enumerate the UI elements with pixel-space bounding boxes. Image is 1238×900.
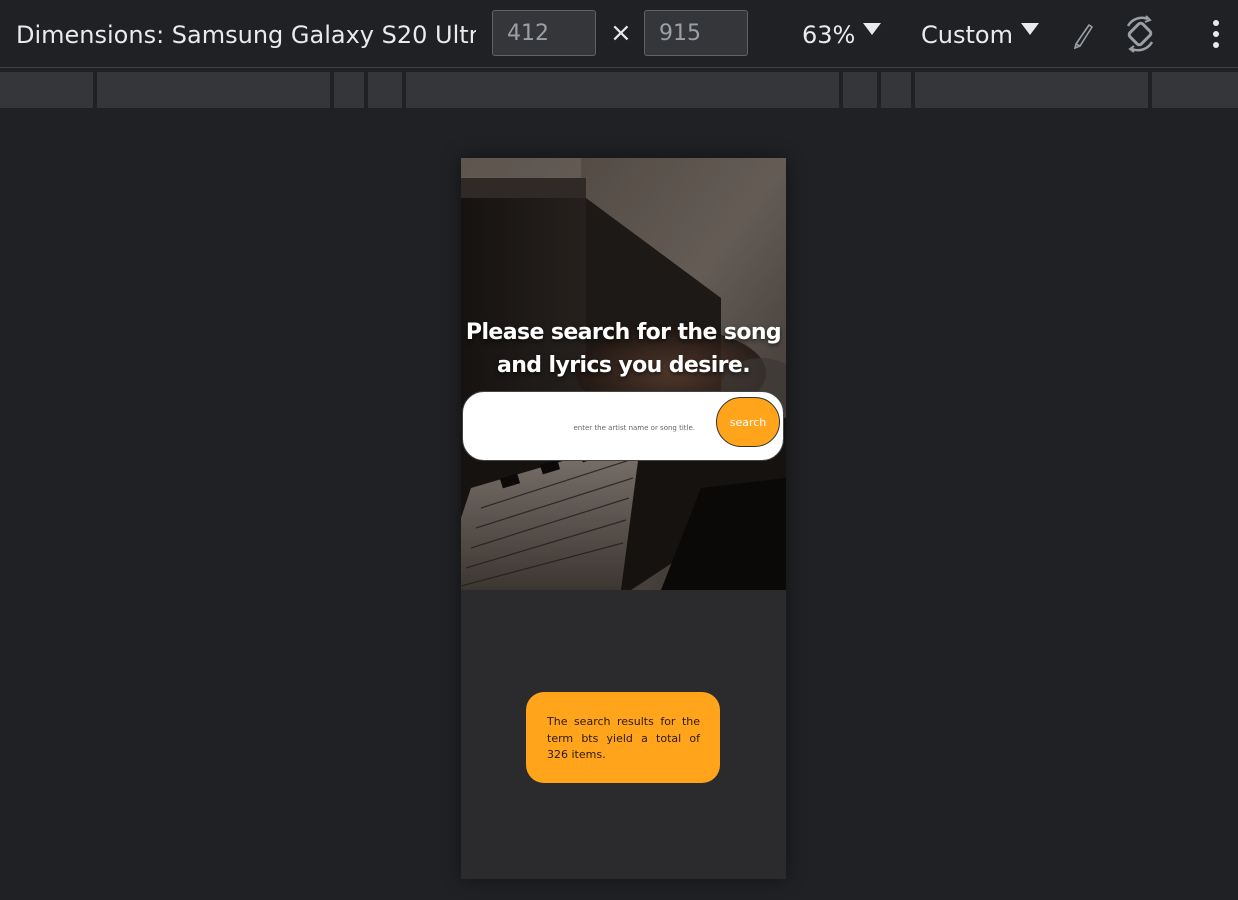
media-query-segment[interactable]: [1152, 72, 1238, 108]
search-result-summary: The search results for the term bts yiel…: [526, 692, 720, 783]
search-input[interactable]: [477, 414, 695, 442]
dimensions-label[interactable]: Dimensions: Samsung Galaxy S20 Ultra: [16, 19, 476, 51]
device-viewport: Please search for the song and lyrics yo…: [0, 108, 1238, 900]
times-symbol: ×: [610, 18, 632, 48]
phone-screen: Please search for the song and lyrics yo…: [461, 158, 786, 879]
search-button[interactable]: search: [716, 397, 780, 447]
throttle-dropdown[interactable]: Custom: [921, 19, 1039, 51]
media-query-bar: [0, 72, 1238, 108]
media-query-segment[interactable]: [97, 72, 330, 108]
height-input[interactable]: [644, 10, 748, 56]
chevron-down-icon: [1020, 23, 1039, 35]
width-input[interactable]: [492, 10, 596, 56]
media-query-segment[interactable]: [0, 72, 93, 108]
throttle-label: Custom: [921, 21, 1013, 49]
hero-title: Please search for the song and lyrics yo…: [465, 320, 782, 378]
media-query-segment[interactable]: [406, 72, 839, 108]
media-query-segment[interactable]: [843, 72, 877, 108]
search-bar: search: [462, 391, 784, 461]
media-query-segment[interactable]: [881, 72, 911, 108]
media-query-segment[interactable]: [915, 72, 1148, 108]
zoom-label: 63%: [802, 21, 856, 49]
rotate-icon[interactable]: [1120, 14, 1160, 54]
chevron-down-icon: [863, 23, 882, 35]
more-vertical-icon[interactable]: [1196, 14, 1236, 54]
media-query-segment[interactable]: [334, 72, 364, 108]
device-toolbar: Dimensions: Samsung Galaxy S20 Ultra × 6…: [0, 0, 1238, 68]
zoom-dropdown[interactable]: 63%: [802, 19, 882, 51]
media-query-segment[interactable]: [368, 72, 402, 108]
hero-section: Please search for the song and lyrics yo…: [461, 158, 786, 590]
pencil-icon[interactable]: [1064, 14, 1104, 54]
